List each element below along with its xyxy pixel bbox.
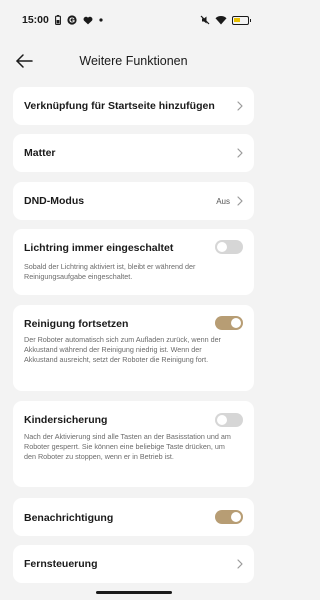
page-title: Weitere Funktionen xyxy=(79,54,188,68)
chevron-right-icon xyxy=(237,148,243,158)
light-ring-label: Lichtring immer eingeschaltet xyxy=(24,242,174,254)
status-right xyxy=(200,15,251,25)
child-lock-card: Kindersicherung Nach der Aktivierung sin… xyxy=(13,401,254,487)
status-left: 15:00 G xyxy=(22,14,103,26)
status-bar: 15:00 G xyxy=(0,0,267,40)
dnd-mode-value: Aus xyxy=(216,197,230,206)
resume-cleaning-label: Reinigung fortsetzen xyxy=(24,318,129,330)
arrow-left-icon[interactable] xyxy=(14,52,34,70)
svg-text:G: G xyxy=(69,16,75,25)
resume-cleaning-toggle[interactable] xyxy=(215,316,243,330)
dnd-mode-label: DND-Modus xyxy=(24,195,85,207)
resume-cleaning-description: Der Roboter automatisch sich zum Auflade… xyxy=(24,335,221,365)
matter-row[interactable]: Matter xyxy=(13,134,254,172)
g-app-icon: G xyxy=(67,15,77,25)
chevron-right-icon xyxy=(237,196,243,206)
toggle-knob xyxy=(217,415,227,425)
child-lock-label: Kindersicherung xyxy=(24,414,108,426)
home-indicator[interactable] xyxy=(96,591,172,594)
child-lock-toggle[interactable] xyxy=(215,413,243,427)
light-ring-toggle[interactable] xyxy=(215,240,243,254)
toggle-knob xyxy=(231,318,241,328)
dot-icon xyxy=(99,18,103,22)
light-ring-card: Lichtring immer eingeschaltet Sobald der… xyxy=(13,229,254,295)
toggle-knob xyxy=(231,512,241,522)
chevron-right-icon xyxy=(237,559,243,569)
notification-label: Benachrichtigung xyxy=(24,512,114,524)
wifi-icon xyxy=(215,16,227,25)
mute-icon xyxy=(200,15,210,25)
matter-label: Matter xyxy=(24,147,56,159)
resume-cleaning-card: Reinigung fortsetzen Der Roboter automat… xyxy=(13,305,254,391)
remote-control-row[interactable]: Fernsteuerung xyxy=(13,545,254,583)
status-time: 15:00 xyxy=(22,14,49,26)
notification-row: Benachrichtigung xyxy=(13,498,254,536)
child-lock-description: Nach der Aktivierung sind alle Tasten an… xyxy=(24,432,231,462)
heart-icon xyxy=(83,16,93,24)
toggle-knob xyxy=(217,242,227,252)
chevron-right-icon xyxy=(237,101,243,111)
dnd-mode-row[interactable]: DND-Modus Aus xyxy=(13,182,254,220)
remote-control-label: Fernsteuerung xyxy=(24,558,98,570)
notification-toggle[interactable] xyxy=(215,510,243,524)
homescreen-shortcut-row[interactable]: Verknüpfung für Startseite hinzufügen xyxy=(13,87,254,125)
header: Weitere Funktionen xyxy=(0,44,267,78)
light-ring-description: Sobald der Lichtring aktiviert ist, blei… xyxy=(24,262,196,282)
homescreen-shortcut-label: Verknüpfung für Startseite hinzufügen xyxy=(24,100,215,112)
battery-saver-icon xyxy=(54,15,61,25)
battery-icon xyxy=(232,15,251,25)
